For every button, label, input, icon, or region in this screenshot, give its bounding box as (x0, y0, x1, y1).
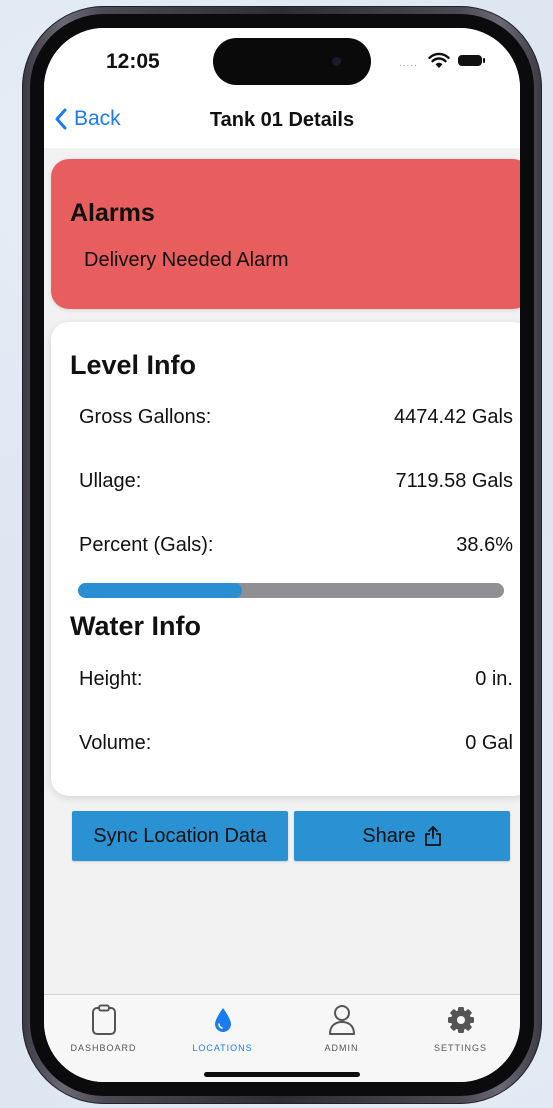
tab-admin[interactable]: Admin (282, 1003, 401, 1053)
dynamic-island (213, 38, 371, 85)
share-button-label: Share (362, 824, 416, 847)
ullage-value: 7119.58 Gals (395, 470, 514, 492)
camera-icon (332, 57, 341, 66)
tab-locations[interactable]: Locations (163, 1003, 282, 1053)
wifi-icon (428, 52, 450, 68)
info-card: Level Info Gross Gallons: 4474.42 Gals U… (51, 322, 520, 796)
water-volume-value: 0 Gal (465, 732, 513, 754)
water-drop-icon (214, 1008, 231, 1032)
percent-value: 38.6% (456, 534, 513, 556)
home-indicator (204, 1072, 360, 1077)
percent-label: Percent (Gals): (79, 534, 214, 556)
cellular-signal-icon: ..... (399, 58, 418, 69)
tab-settings-label: Settings (433, 1043, 487, 1053)
alarms-card: Alarms Delivery Needed Alarm (51, 159, 520, 309)
tab-settings[interactable]: Settings (401, 1003, 520, 1053)
tab-bar: Dashboard Locations Admin (44, 994, 520, 1082)
alarm-item: Delivery Needed Alarm (84, 249, 289, 271)
gear-icon (447, 1007, 474, 1033)
page-title: Tank 01 Details (209, 109, 355, 131)
sync-button-label: Sync Location Data (93, 824, 267, 847)
tab-admin-label: Admin (324, 1043, 359, 1053)
water-height-value: 0 in. (475, 668, 513, 690)
share-icon (424, 826, 441, 846)
battery-icon (458, 55, 485, 66)
status-time: 12:05 (106, 50, 160, 73)
level-progress-fill (78, 583, 243, 598)
level-info-title: Level Info (70, 350, 197, 380)
clipboard-icon (91, 1004, 116, 1035)
sync-location-data-button[interactable]: Sync Location Data (72, 811, 288, 861)
tab-dashboard[interactable]: Dashboard (44, 1003, 163, 1053)
water-volume-label: Volume: (79, 732, 152, 754)
water-height-label: Height: (79, 668, 143, 690)
share-button[interactable]: Share (294, 811, 510, 861)
level-progress-bar (78, 583, 504, 598)
person-icon (328, 1005, 355, 1035)
navigation-bar: Back Tank 01 Details (44, 98, 520, 148)
status-bar: 12:05 ..... (44, 28, 520, 98)
gross-gallons-label: Gross Gallons: (79, 406, 212, 428)
gross-gallons-value: 4474.42 Gals (394, 406, 513, 428)
ullage-label: Ullage: (79, 470, 142, 492)
water-info-title: Water Info (70, 611, 201, 641)
app-screen: 12:05 ..... Back Tank 01 Details Alarms … (44, 28, 520, 1082)
tab-locations-label: Locations (192, 1043, 253, 1053)
tab-dashboard-label: Dashboard (70, 1043, 137, 1053)
alarms-title: Alarms (70, 199, 155, 227)
